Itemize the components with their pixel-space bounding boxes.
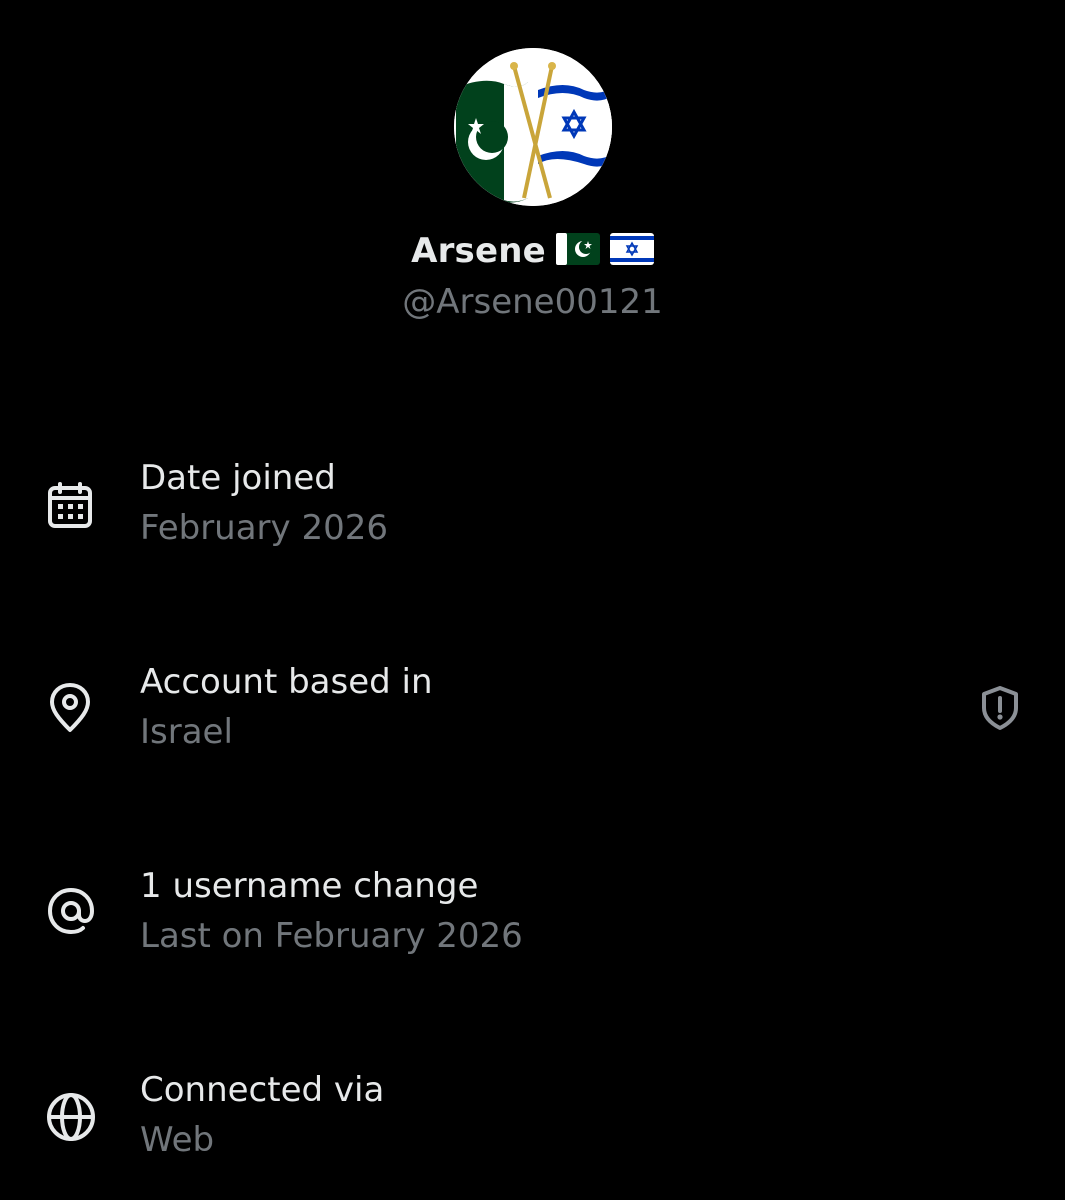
date-joined-row: Date joined February 2026 xyxy=(0,458,1065,578)
connected-via-row: Connected via Web xyxy=(0,1070,1065,1190)
pakistan-flag-icon xyxy=(555,233,600,269)
date-joined-label: Date joined xyxy=(140,458,336,498)
shield-alert-icon[interactable] xyxy=(976,684,1024,732)
username-change-label: 1 username change xyxy=(140,866,479,906)
location-pin-icon xyxy=(44,682,98,736)
name-row: Arsene xyxy=(0,228,1065,274)
username-change-value: Last on February 2026 xyxy=(140,916,523,956)
profile-header: Arsene @Arsene00121 xyxy=(0,0,1065,340)
account-based-in-value: Israel xyxy=(140,712,233,752)
username-change-row: 1 username change Last on February 2026 xyxy=(0,866,1065,986)
connected-via-value: Web xyxy=(140,1120,215,1160)
avatar-flags-image xyxy=(454,48,612,206)
calendar-icon xyxy=(44,480,98,534)
globe-icon xyxy=(44,1090,98,1144)
avatar-pakistan-flag xyxy=(456,80,528,204)
israel-flag-icon xyxy=(609,233,654,269)
connected-via-label: Connected via xyxy=(140,1070,385,1110)
date-joined-value: February 2026 xyxy=(140,508,388,548)
account-based-in-row: Account based in Israel xyxy=(0,662,1065,782)
account-based-in-label: Account based in xyxy=(140,662,433,702)
display-name: Arsene xyxy=(411,231,546,271)
at-sign-icon xyxy=(44,884,98,938)
avatar[interactable] xyxy=(454,48,612,206)
user-handle: @Arsene00121 xyxy=(402,282,663,322)
